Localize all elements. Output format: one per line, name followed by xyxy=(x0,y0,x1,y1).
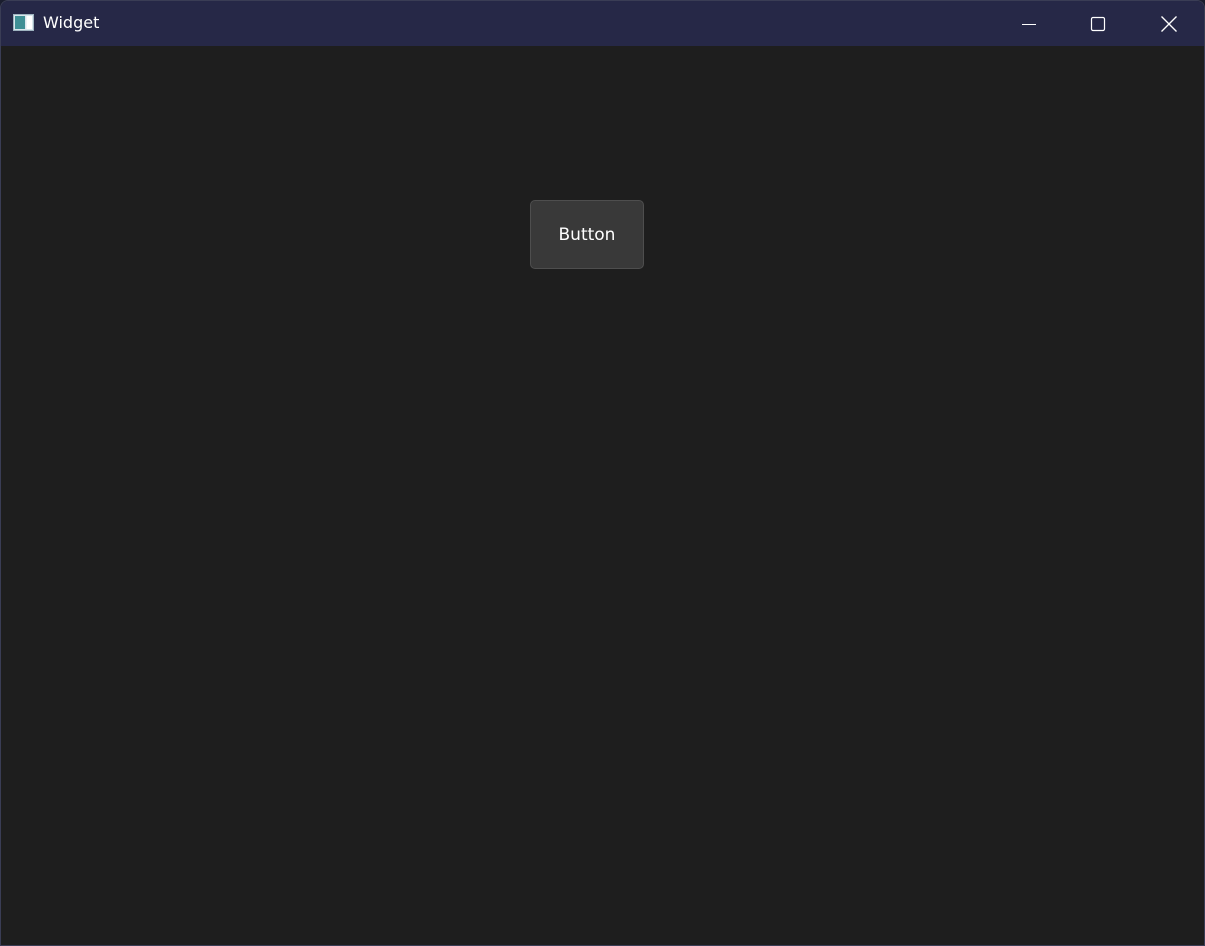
app-window-icon xyxy=(13,14,34,31)
maximize-icon xyxy=(1090,16,1106,32)
close-button[interactable] xyxy=(1134,1,1204,46)
push-button[interactable]: Button xyxy=(530,200,644,269)
client-area: Button xyxy=(1,46,1204,945)
close-icon xyxy=(1160,15,1178,33)
title-bar[interactable]: Widget xyxy=(1,1,1204,46)
minimize-icon xyxy=(1021,16,1037,32)
maximize-button[interactable] xyxy=(1063,1,1133,46)
window-title: Widget xyxy=(43,13,100,32)
app-window: Widget Button xyxy=(0,0,1205,946)
minimize-button[interactable] xyxy=(994,1,1064,46)
